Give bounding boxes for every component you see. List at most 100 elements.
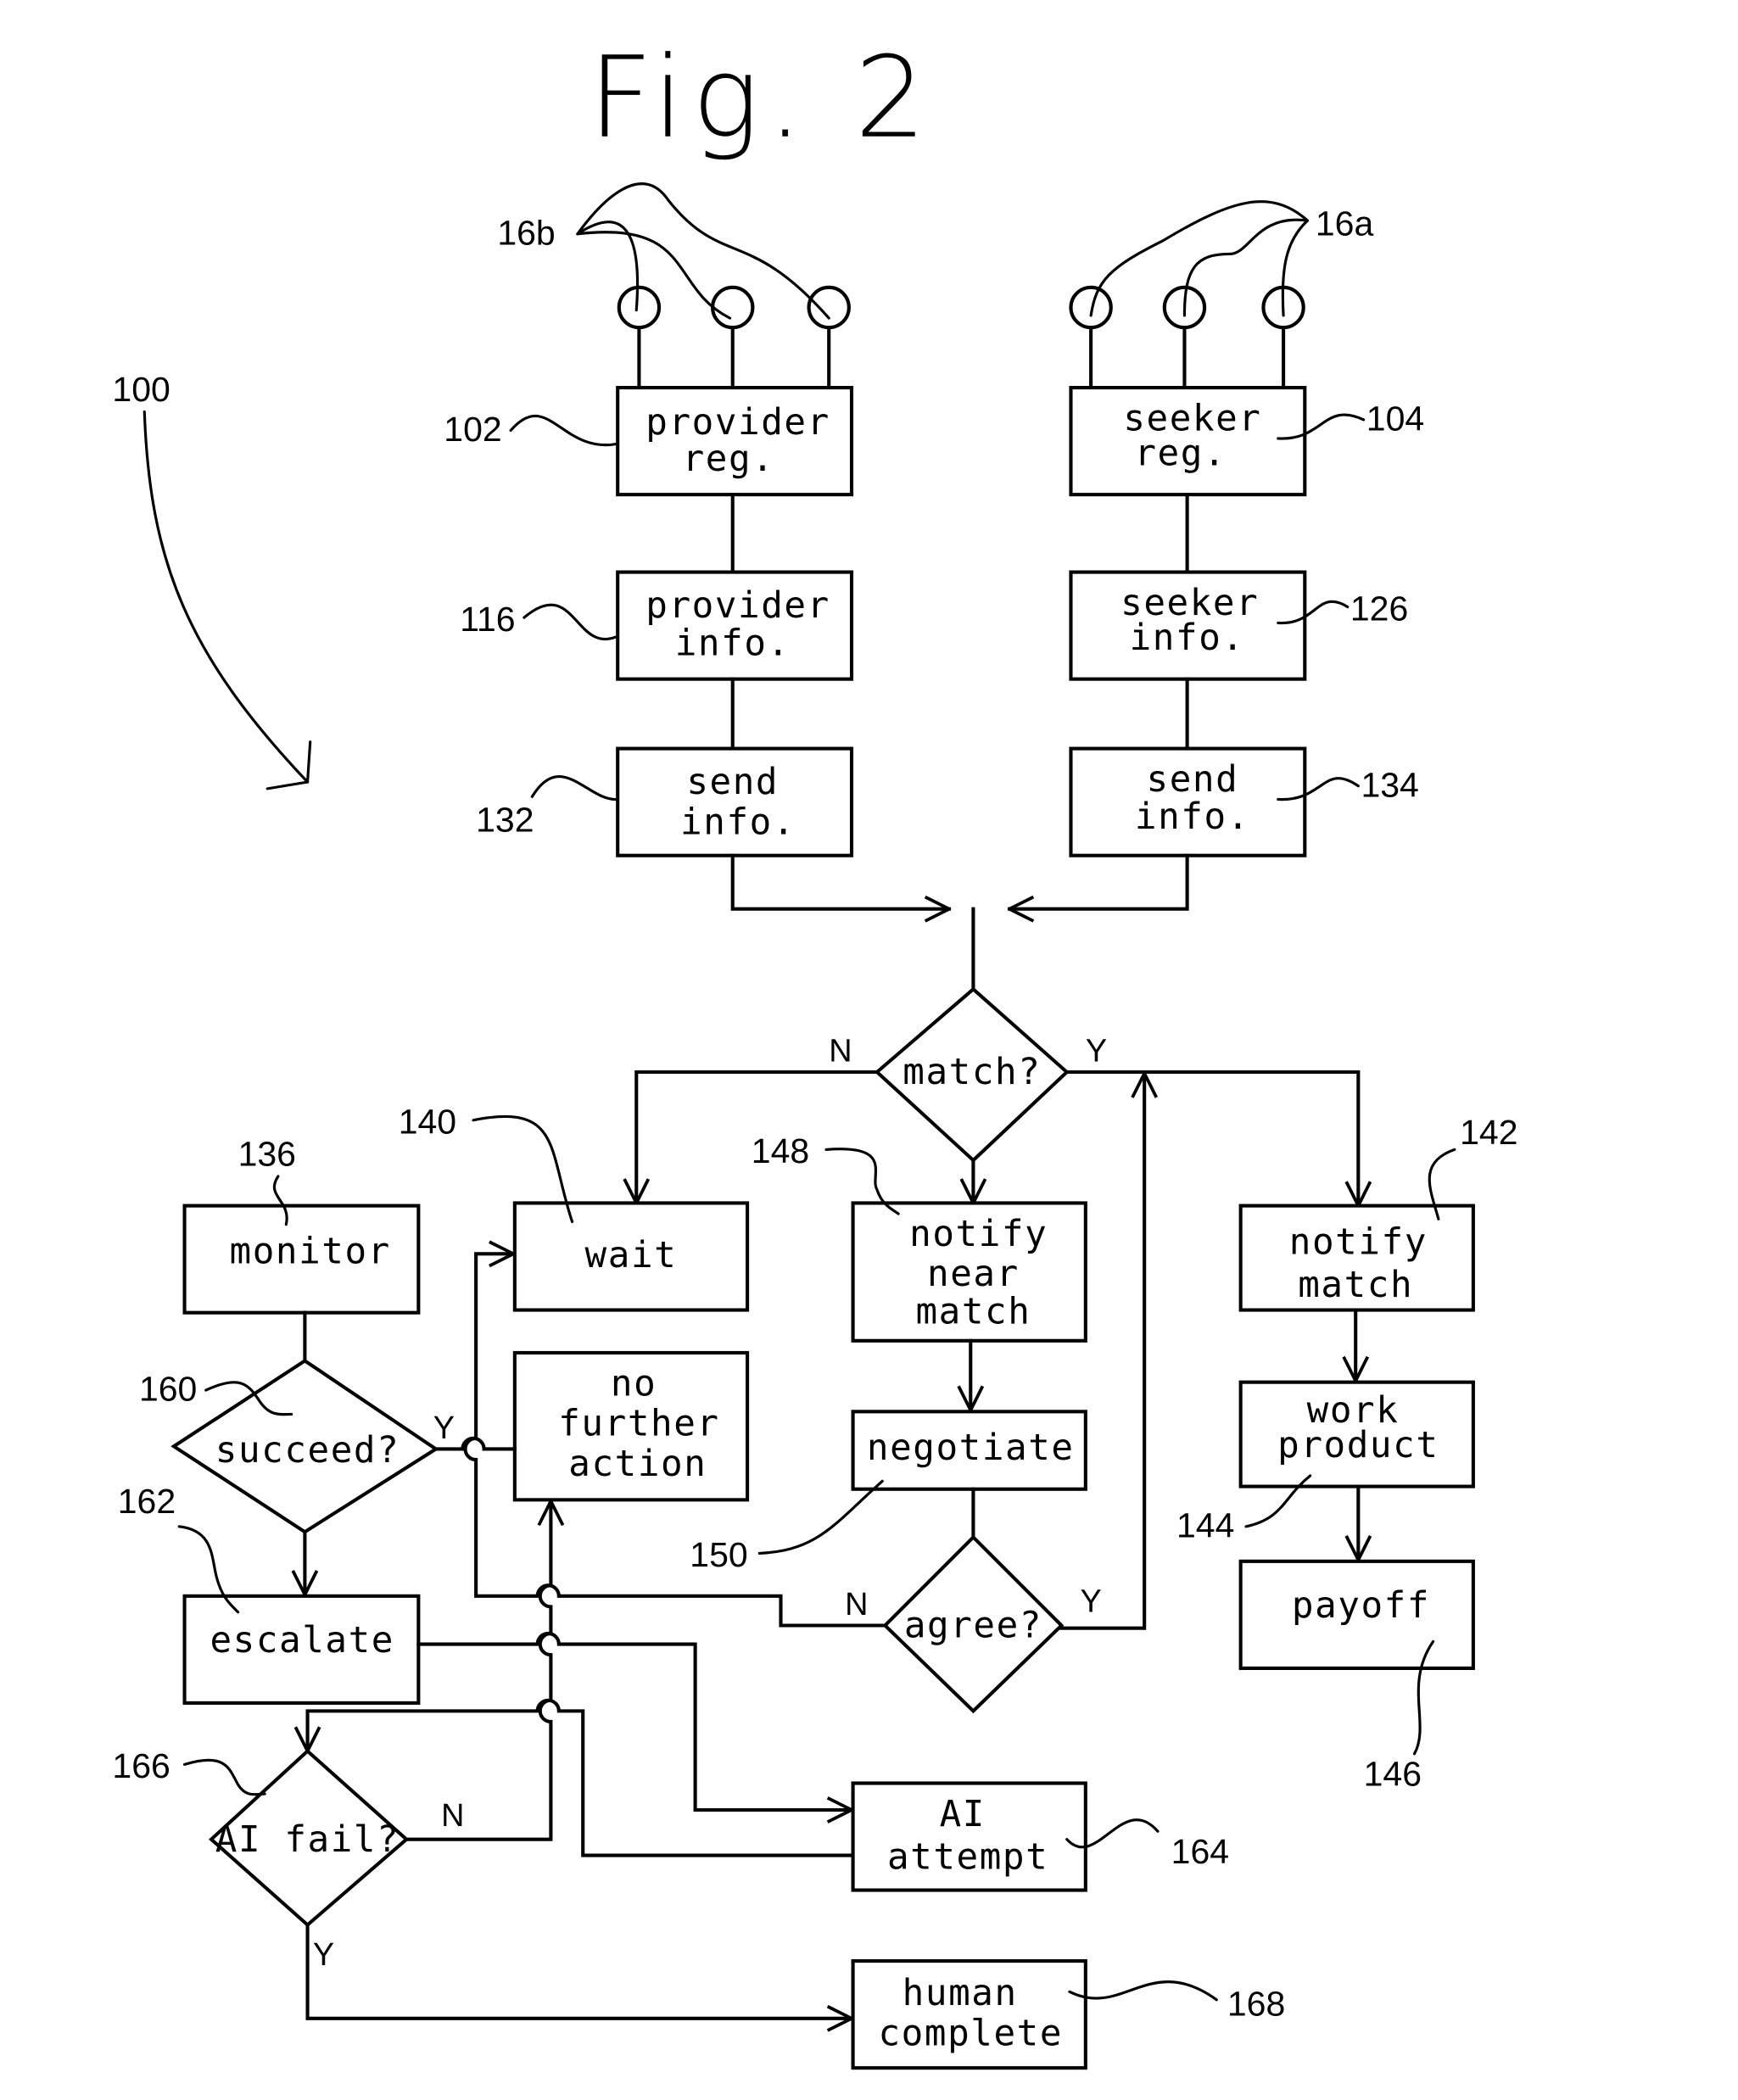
connector	[1059, 1071, 1144, 1630]
provider-reg-node: provider reg. 102	[444, 386, 854, 497]
decision-label: succeed?	[215, 1430, 400, 1472]
node-label: info.	[675, 623, 791, 664]
notify-near-match-node: notify near match 148	[752, 1131, 1087, 1343]
ref-116: 116	[460, 600, 515, 639]
provider-info-node: provider info. 116	[460, 570, 854, 681]
ref-16b: 16b	[497, 213, 555, 252]
node-label: attempt	[887, 1836, 1048, 1878]
svg-text:AI: AI	[940, 1794, 986, 1835]
node-label: negotiate	[867, 1427, 1075, 1469]
svg-text:product: product	[1277, 1425, 1439, 1466]
ai-attempt-node: AI attempt 164	[851, 1781, 1229, 1892]
svg-text:no: no	[611, 1363, 657, 1405]
ref-142: 142	[1460, 1113, 1517, 1152]
node-label: further	[558, 1404, 719, 1445]
svg-text:notify: notify	[909, 1214, 1048, 1255]
negotiate-node: negotiate 150	[690, 1410, 1087, 1574]
provider-send-node: send info. 132	[476, 746, 854, 857]
ref-146: 146	[1364, 1755, 1422, 1794]
node-label: reg.	[683, 438, 775, 480]
human-complete-node: human complete 168	[851, 1959, 1285, 2070]
ref-160: 160	[139, 1370, 197, 1409]
node-label: match	[1298, 1265, 1413, 1306]
ref-100-arrowhead	[265, 740, 312, 790]
no-label: N	[829, 1033, 852, 1069]
node-label: no	[611, 1363, 657, 1405]
node-label: info.	[680, 801, 796, 843]
ref-16a: 16a	[1316, 204, 1374, 243]
succeed-decision: succeed? Y 160	[139, 1358, 455, 1534]
svg-text:further: further	[558, 1404, 719, 1445]
seeker-send-node: send info. 134	[1069, 746, 1419, 857]
provider-user-icon	[711, 285, 755, 330]
node-label: human	[903, 1973, 1018, 2014]
node-label: notify	[1289, 1221, 1428, 1263]
ai-fail-decision: AI fail? N Y 166	[112, 1746, 464, 1973]
node-label: product	[1277, 1425, 1439, 1466]
ref-102: 102	[444, 410, 501, 449]
connector	[730, 853, 952, 909]
node-label: send	[1147, 759, 1239, 801]
node-label: near	[927, 1254, 1020, 1295]
work-product-node: work product 144	[1176, 1380, 1475, 1544]
node-label: monitor	[230, 1231, 391, 1272]
svg-text:near: near	[927, 1254, 1020, 1295]
wait-node: wait 140	[399, 1103, 750, 1312]
node-label: complete	[879, 2013, 1064, 2054]
svg-text:reg.: reg.	[683, 438, 775, 480]
decision-label: match?	[903, 1052, 1041, 1093]
flowchart-figure: Fig. 2 100 16b 16a provider reg. 102 pro…	[112, 33, 1517, 2070]
connector	[1065, 1070, 1359, 1208]
svg-text:provider: provider	[645, 585, 830, 627]
svg-text:action: action	[568, 1444, 707, 1485]
no-label: N	[441, 1798, 464, 1834]
provider-user-icon	[807, 285, 851, 330]
decision-label: AI fail?	[215, 1819, 400, 1861]
escalate-node: escalate 162	[118, 1482, 421, 1705]
connector	[416, 1631, 854, 1810]
svg-text:notify: notify	[1289, 1221, 1428, 1263]
yes-label: Y	[433, 1410, 455, 1446]
no-further-action-node: no further action	[512, 1350, 750, 1502]
ref-100-arrow	[143, 410, 310, 784]
node-label: payoff	[1292, 1585, 1430, 1627]
ref-126: 126	[1350, 589, 1408, 628]
node-label: provider	[645, 585, 830, 627]
seeker-user-icon	[1069, 285, 1113, 330]
node-label: notify	[909, 1214, 1048, 1255]
ref-164: 164	[1171, 1832, 1229, 1871]
yes-label: Y	[313, 1937, 334, 1973]
seeker-reg-node: seeker reg. 104	[1069, 386, 1424, 497]
svg-text:info.: info.	[1135, 796, 1250, 838]
node-label: info.	[1130, 617, 1245, 659]
ref-104: 104	[1366, 399, 1424, 438]
node-label: match	[915, 1291, 1031, 1332]
node-label: reg.	[1134, 433, 1227, 474]
node-label: escalate	[210, 1620, 394, 1662]
provider-user-icon	[617, 285, 662, 330]
seeker-info-node: seeker info. 126	[1069, 570, 1408, 681]
svg-text:human: human	[903, 1973, 1018, 2014]
monitor-node: monitor 136	[182, 1134, 421, 1315]
connector	[305, 1923, 854, 2019]
ref-100: 100	[112, 370, 170, 409]
ref-132: 132	[476, 800, 534, 839]
ref-148: 148	[752, 1131, 809, 1170]
notify-match-node: notify match 142	[1238, 1113, 1517, 1312]
svg-text:reg.: reg.	[1134, 433, 1227, 474]
svg-text:info.: info.	[1130, 617, 1245, 659]
ref-150: 150	[690, 1535, 747, 1574]
seeker-users: 16a	[1069, 200, 1374, 388]
ref-144: 144	[1176, 1505, 1234, 1544]
connector	[405, 1499, 550, 1841]
match-decision: match? N Y	[829, 986, 1107, 1163]
svg-text:send: send	[686, 762, 779, 803]
no-label: N	[845, 1587, 868, 1622]
ref-168: 168	[1227, 1985, 1285, 2024]
svg-text:match: match	[915, 1291, 1031, 1332]
svg-text:complete: complete	[879, 2013, 1064, 2054]
decision-label: agree?	[904, 1606, 1042, 1647]
provider-users: 16b	[497, 182, 851, 388]
ref-162: 162	[118, 1482, 176, 1521]
connector	[1007, 853, 1189, 909]
